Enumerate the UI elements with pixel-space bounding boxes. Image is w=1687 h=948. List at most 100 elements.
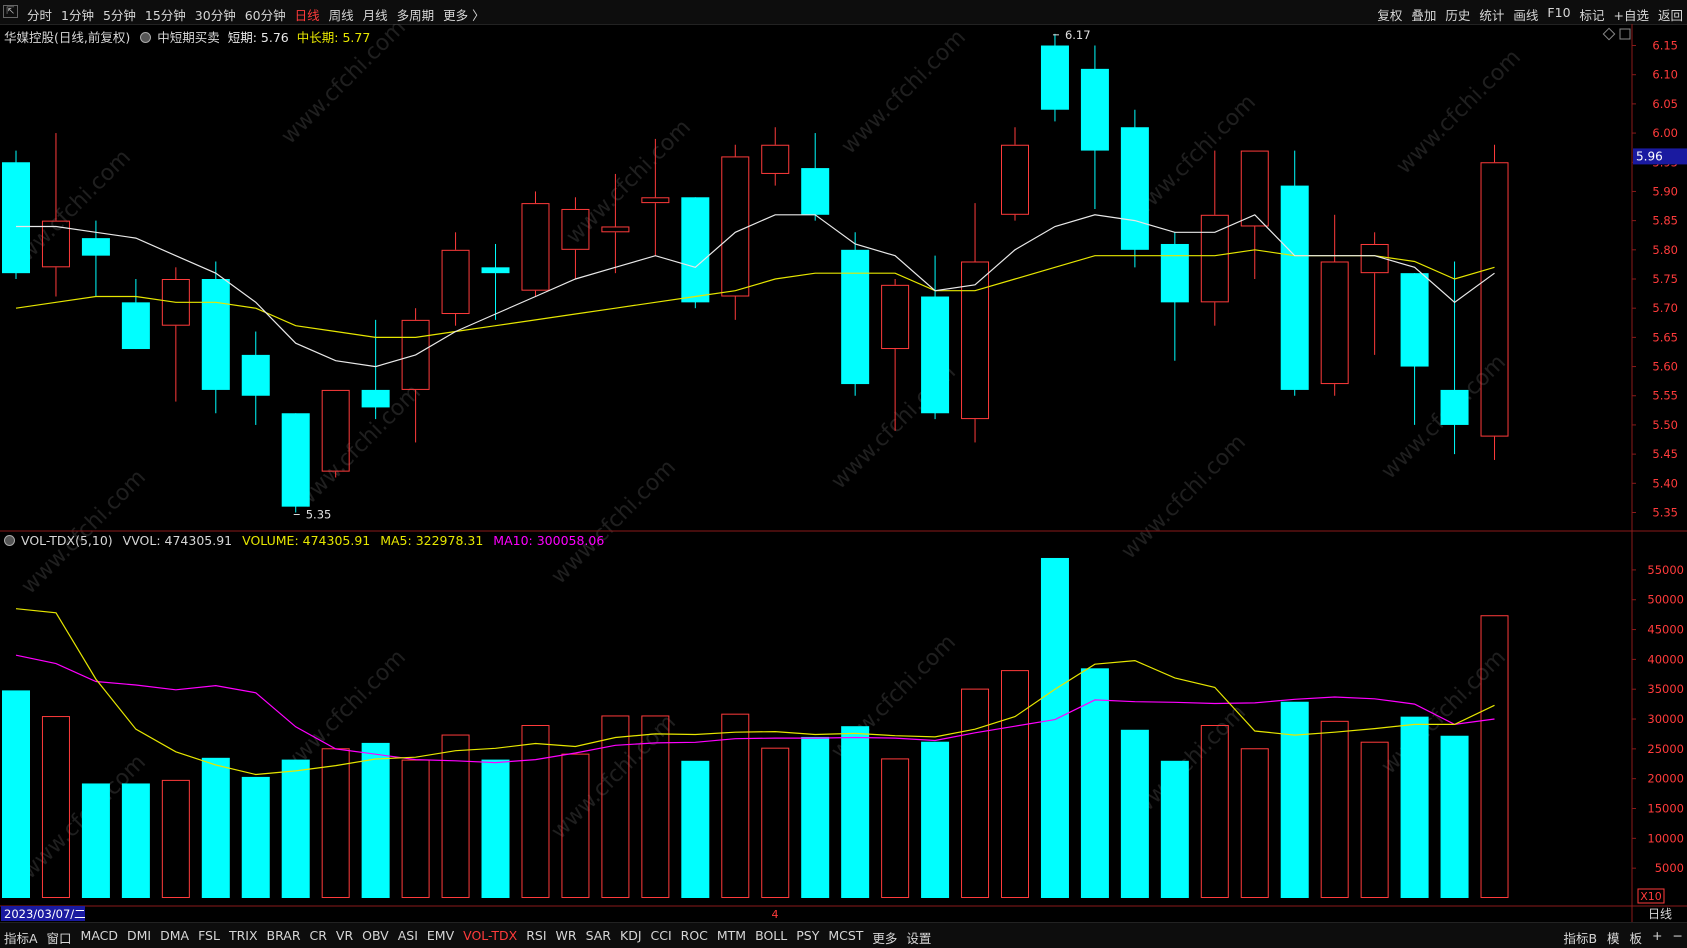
ma-short-line	[16, 214, 1495, 368]
candle-body	[721, 156, 750, 297]
indicator-tab-7[interactable]: BRAR	[267, 928, 301, 943]
indicator-tab-8[interactable]: CR	[310, 928, 327, 943]
bottom-right-item-1[interactable]: 模	[1607, 928, 1620, 947]
indicator-tab-1[interactable]: 窗口	[47, 928, 72, 947]
indicator-tab-14[interactable]: RSI	[526, 928, 546, 943]
indicator-tab-9[interactable]: VR	[336, 928, 353, 943]
volume-bar	[321, 748, 350, 898]
indicator-tab-10[interactable]: OBV	[362, 928, 389, 943]
indicator-tab-19[interactable]: ROC	[681, 928, 708, 943]
toolbar-right-item-4[interactable]: 画线	[1513, 5, 1538, 24]
indicator-tab-12[interactable]: EMV	[427, 928, 454, 943]
toolbar-item-3[interactable]: 15分钟	[145, 5, 186, 24]
indicator-tab-2[interactable]: MACD	[81, 928, 118, 943]
mid-label: 中长期:	[296, 30, 339, 45]
volume-bar	[401, 759, 430, 898]
indicator-tab-0[interactable]: 指标A	[4, 928, 38, 947]
indicator-tab-11[interactable]: ASI	[398, 928, 418, 943]
indicator-tab-6[interactable]: TRIX	[229, 928, 258, 943]
toolbar-item-1[interactable]: 1分钟	[61, 5, 94, 24]
candle-body	[121, 302, 150, 350]
bottom-right-item-0[interactable]: 指标B	[1563, 928, 1597, 947]
price-tick-label: 6.00	[1652, 126, 1678, 140]
toolbar-right-item-1[interactable]: 叠加	[1411, 5, 1436, 24]
candle-body	[441, 249, 470, 315]
window-icon[interactable]	[1619, 28, 1631, 40]
indicator-tab-4[interactable]: DMA	[160, 928, 189, 943]
toolbar-item-8[interactable]: 月线	[363, 5, 388, 24]
candle-body	[1001, 144, 1029, 215]
volume-info: VOL-TDX(5,10) VVOL: 474305.91 VOLUME: 47…	[4, 533, 610, 551]
volume-bar	[761, 747, 790, 898]
indicator-tab-5[interactable]: FSL	[198, 928, 220, 943]
volume-tick-label: 40000	[1647, 652, 1684, 666]
volume-bar	[481, 759, 510, 898]
indicator-tab-23[interactable]: MCST	[828, 928, 863, 943]
candle-body	[481, 267, 510, 274]
indicator-tab-15[interactable]: WR	[556, 928, 577, 943]
indicator-tab-20[interactable]: MTM	[717, 928, 746, 943]
indicator-tab-21[interactable]: BOLL	[755, 928, 787, 943]
toolbar-item-7[interactable]: 周线	[329, 5, 354, 24]
bottom-right-item-3[interactable]: +	[1652, 928, 1662, 943]
toolbar-right-item-3[interactable]: 统计	[1479, 5, 1504, 24]
volume-tick-label: 50000	[1647, 593, 1684, 607]
volume-bar	[81, 783, 110, 898]
bottom-right-item-4[interactable]: −	[1673, 928, 1683, 943]
toolbar-right-item-5[interactable]: F10	[1547, 5, 1570, 20]
volume-bar	[281, 759, 310, 898]
volume-bar	[1320, 720, 1349, 899]
toolbar-right-item-0[interactable]: 复权	[1377, 5, 1402, 24]
watermark-text: www.cfchi.com	[1392, 45, 1526, 179]
volume-bar	[2, 690, 30, 898]
settings-circle-icon[interactable]	[140, 32, 152, 43]
indicator-tab-13[interactable]: VOL-TDX	[463, 928, 517, 943]
volume-tick-label: 10000	[1647, 831, 1684, 845]
candle-body	[1480, 162, 1509, 437]
toolbar-right-item-2[interactable]: 历史	[1445, 5, 1470, 24]
indicator-tab-17[interactable]: KDJ	[620, 928, 642, 943]
toolbar-item-0[interactable]: 分时	[27, 5, 52, 24]
volume-value: VOLUME: 474305.91	[242, 533, 371, 548]
toolbar-item-2[interactable]: 5分钟	[103, 5, 136, 24]
price-tick-label: 6.05	[1652, 97, 1678, 111]
volume-bar	[1400, 716, 1429, 898]
candle-body	[2, 162, 30, 274]
toolbar-item-5[interactable]: 60分钟	[245, 5, 286, 24]
candle-body	[1280, 185, 1309, 390]
price-tick-label: 5.90	[1652, 184, 1678, 198]
indicator-tab-16[interactable]: SAR	[586, 928, 611, 943]
ma5-value: MA5: 322978.31	[380, 533, 484, 548]
main-chart-info: 华媒控股(日线,前复权) 中短期买卖 短期: 5.76 中长期: 5.77	[4, 27, 374, 45]
indicator-tab-25[interactable]: 设置	[906, 928, 931, 947]
indicator-tab-24[interactable]: 更多	[872, 928, 897, 947]
toolbar-item-6[interactable]: 日线	[295, 5, 320, 24]
indicator-tab-3[interactable]: DMI	[127, 928, 151, 943]
indicator-tab-18[interactable]: CCI	[651, 928, 672, 943]
volume-bar	[1080, 668, 1109, 898]
bottom-indicator-bar: 指标A 窗口 MACD DMI DMA FSL TRIX BRAR CR VR OBV ASI EMV V…	[0, 922, 1687, 948]
candle-body	[841, 249, 870, 385]
toolbar-right-item-8[interactable]: 返回	[1658, 5, 1683, 24]
bottom-right-item-2[interactable]: 板	[1630, 928, 1643, 947]
volume-bar	[241, 776, 270, 898]
toolbar-right-item-7[interactable]: +自选	[1614, 5, 1649, 24]
candle-body	[961, 261, 990, 420]
toolbar-item-4[interactable]: 30分钟	[195, 5, 236, 24]
volume-bar	[361, 742, 390, 898]
watermark-text: www.cfchi.com	[277, 645, 411, 779]
collapse-icon[interactable]: ⇱	[3, 5, 18, 18]
indicator-name: 中短期买卖	[157, 30, 220, 45]
toolbar-item-10[interactable]: 更多 〉	[443, 5, 484, 24]
volume-bar	[841, 726, 870, 898]
candle-body	[1120, 127, 1149, 250]
diamond-icon[interactable]	[1602, 27, 1616, 41]
price-tick-label: 5.65	[1652, 330, 1678, 344]
settings-circle-icon[interactable]	[4, 535, 15, 546]
toolbar-item-9[interactable]: 多周期	[397, 5, 435, 24]
toolbar-right-item-6[interactable]: 标记	[1580, 5, 1605, 24]
indicator-tab-22[interactable]: PSY	[796, 928, 819, 943]
watermark-text: www.cfchi.com	[837, 25, 971, 159]
short-label: 短期:	[227, 30, 257, 45]
volume-bar	[1160, 760, 1189, 898]
